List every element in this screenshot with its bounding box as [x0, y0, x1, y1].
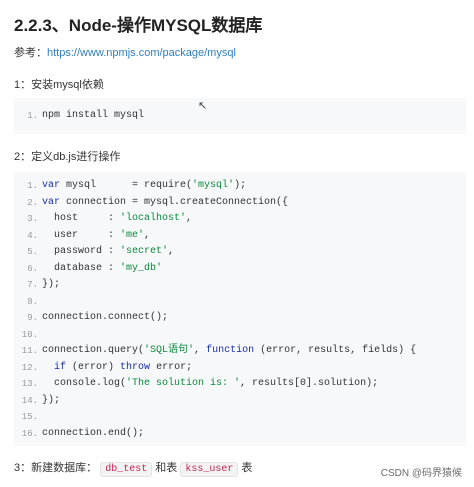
code-text: npm install mysql [42, 108, 144, 124]
code-token: error; [150, 361, 193, 373]
code-text: console.log('The solution is: ', results… [42, 376, 378, 392]
code-line: 14.}); [14, 393, 466, 409]
code-line: 9. connection.connect(); [14, 310, 466, 326]
line-number: 15. [21, 412, 38, 422]
code-text: user : 'me', [42, 228, 150, 244]
line-number: 12. [21, 362, 38, 373]
reference-label: 参考： [14, 47, 47, 59]
line-number: 1. [27, 181, 38, 191]
reference-line: 参考：https://www.npmjs.com/package/mysql [14, 44, 236, 60]
code-text: password : 'secret', [42, 244, 174, 260]
code-token: , [186, 213, 193, 224]
step-2-label: 2：定义db.js进行操作 [14, 151, 121, 163]
code-text: connection.query('SQL语句', function (erro… [42, 343, 416, 359]
line-number: 14. [21, 395, 38, 406]
code-line: 1. var mysql = require('mysql'); [14, 178, 466, 194]
code-token: connection.query( [42, 345, 145, 356]
code-token: var [42, 196, 61, 208]
code-token: var [42, 180, 61, 191]
line-number: 11. [21, 346, 38, 356]
step-3-line: 3：新建数据库： db_test 和表 kss_user 表 [14, 459, 252, 477]
code-token: 'my_db' [120, 262, 163, 274]
code-token: mysql = require( [60, 180, 193, 191]
code-line: 7.}); [14, 277, 466, 293]
step-1-label: 1：安装mysql依赖 [14, 79, 104, 91]
table-name-tag: kss_user [180, 462, 239, 477]
code-token: ); [234, 180, 247, 191]
line-number: 1. [27, 111, 38, 121]
code-token: if [54, 361, 67, 373]
code-token: connection = mysql.createConnection({ [60, 196, 289, 208]
code-token: user : [42, 229, 121, 241]
page-title: 2.2.3、Node-操作MYSQL数据库 [14, 16, 263, 35]
code-block-dbjs: 1. var mysql = require('mysql'); 2. var con… [14, 172, 466, 446]
step-3-mid: 和表 [155, 462, 178, 474]
code-token: }); [42, 279, 61, 290]
code-block-install: 1. npm install mysql [14, 98, 466, 134]
code-token: , [144, 229, 151, 241]
code-token: 'mysql' [192, 180, 235, 191]
code-line: 2. var connection = mysql.createConnectio… [14, 195, 466, 211]
code-text: if (error) throw error; [42, 360, 192, 376]
code-line: 1. npm install mysql [14, 108, 466, 124]
code-token: database : [42, 262, 121, 274]
line-number: 6. [27, 263, 38, 274]
db-name-tag: db_test [100, 462, 153, 477]
code-line: 8. [14, 294, 466, 310]
line-number: 13. [21, 379, 38, 389]
code-token: password : [42, 246, 121, 257]
code-text: connection.connect(); [42, 310, 168, 326]
code-token: (error, results, fields) { [254, 345, 417, 356]
code-token: , results[0].solution); [240, 378, 379, 389]
code-line: 16. connection.end(); [14, 426, 466, 442]
code-token: throw [120, 361, 151, 373]
code-line: 10. [14, 327, 466, 343]
code-token: 'The solution is: ' [126, 378, 241, 389]
code-line: 12. if (error) throw error; [14, 360, 466, 376]
watermark: CSDN @码界猿候 [380, 468, 462, 479]
line-number: 3. [27, 214, 38, 224]
code-line: 5. password : 'secret', [14, 244, 466, 260]
step-3-suffix: 表 [241, 462, 253, 474]
code-text: database : 'my_db' [42, 261, 162, 277]
code-line: 13. console.log('The solution is: ', res… [14, 376, 466, 392]
code-token: , [168, 246, 175, 257]
code-token: host : [42, 213, 121, 224]
step-3-prefix: 3：新建数据库： [14, 462, 98, 474]
reference-link[interactable]: https://www.npmjs.com/package/mysql [47, 47, 236, 59]
code-token: console.log( [42, 378, 127, 389]
code-line: 15. [14, 409, 466, 425]
line-number: 5. [27, 247, 38, 257]
line-number: 7. [27, 280, 38, 290]
mouse-cursor-icon: ↖ [198, 100, 208, 112]
code-token: 'me' [120, 229, 145, 241]
code-text: connection.end(); [42, 426, 144, 442]
code-line: 4. user : 'me', [14, 228, 466, 244]
code-line: 6. database : 'my_db' [14, 261, 466, 277]
code-token: 'localhost' [120, 213, 187, 224]
code-token: connection.end(); [42, 427, 145, 439]
code-token: , [194, 345, 207, 356]
code-text: }); [42, 277, 60, 293]
line-number: 4. [27, 230, 38, 241]
line-number: 8. [27, 296, 38, 307]
code-token: connection.connect(); [42, 312, 169, 323]
code-text: }); [42, 393, 60, 409]
line-number: 9. [27, 313, 38, 323]
code-line: 11. connection.query('SQL语句', function (e… [14, 343, 466, 359]
line-number: 16. [21, 428, 38, 439]
code-token: npm install mysql [42, 110, 145, 121]
code-token: 'SQL语句' [144, 345, 195, 356]
code-token: (error) [66, 361, 121, 373]
code-token: }); [42, 394, 61, 406]
code-token: function [206, 345, 255, 356]
code-text: host : 'localhost', [42, 211, 192, 227]
code-line: 3. host : 'localhost', [14, 211, 466, 227]
line-number: 2. [27, 197, 38, 208]
code-token: 'secret' [120, 246, 169, 257]
line-number: 10. [21, 329, 38, 340]
code-text: var mysql = require('mysql'); [42, 178, 246, 194]
code-text: var connection = mysql.createConnection(… [42, 195, 288, 211]
